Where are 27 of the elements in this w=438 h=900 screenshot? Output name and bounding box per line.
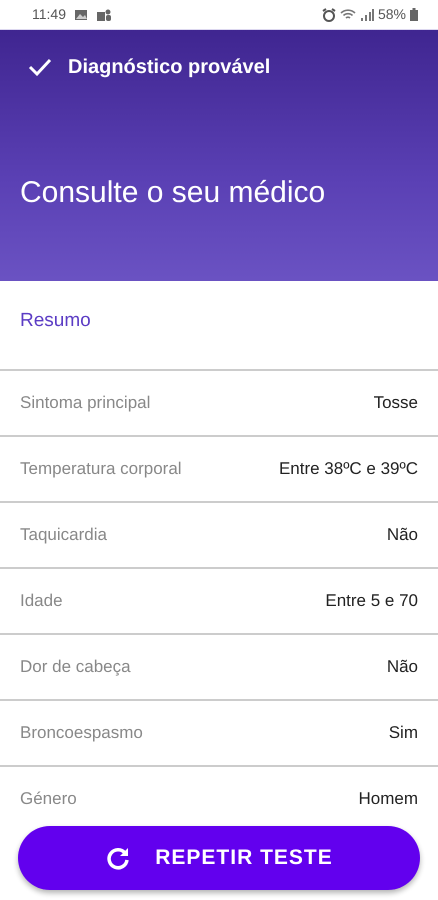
- signal-icon: [360, 8, 374, 20]
- row-label: Dor de cabeça: [20, 656, 131, 678]
- row-value: Entre 38ºC e 39ºC: [278, 458, 418, 480]
- alarm-icon: [322, 8, 336, 22]
- row-value: Tosse: [374, 392, 418, 414]
- row-value: Sim: [388, 722, 418, 744]
- row-label: Género: [20, 788, 77, 810]
- row-label: Idade: [20, 590, 63, 612]
- gallery-icon: [74, 8, 88, 20]
- row-value: Homem: [358, 788, 418, 810]
- repeat-test-button[interactable]: REPETIR TESTE: [18, 826, 420, 890]
- check-icon: [28, 57, 52, 77]
- battery-level: 58%: [378, 5, 406, 24]
- row-value: Entre 5 e 70: [325, 590, 418, 612]
- status-time: 11:49: [32, 5, 66, 24]
- row-label: Temperatura corporal: [20, 458, 182, 480]
- summary-title: Resumo: [20, 310, 91, 331]
- row-value: Não: [386, 524, 418, 546]
- row-label: Broncoespasmo: [20, 722, 143, 744]
- row-label: Taquicardia: [20, 524, 107, 546]
- result-heading: Diagnóstico provável: [68, 55, 270, 80]
- battery-icon: [410, 8, 418, 21]
- result-text: Consulte o seu médico: [20, 175, 326, 211]
- row-value: Não: [386, 656, 418, 678]
- wifi-icon: [340, 8, 356, 21]
- row-label: Sintoma principal: [20, 392, 150, 414]
- refresh-icon: [105, 845, 132, 871]
